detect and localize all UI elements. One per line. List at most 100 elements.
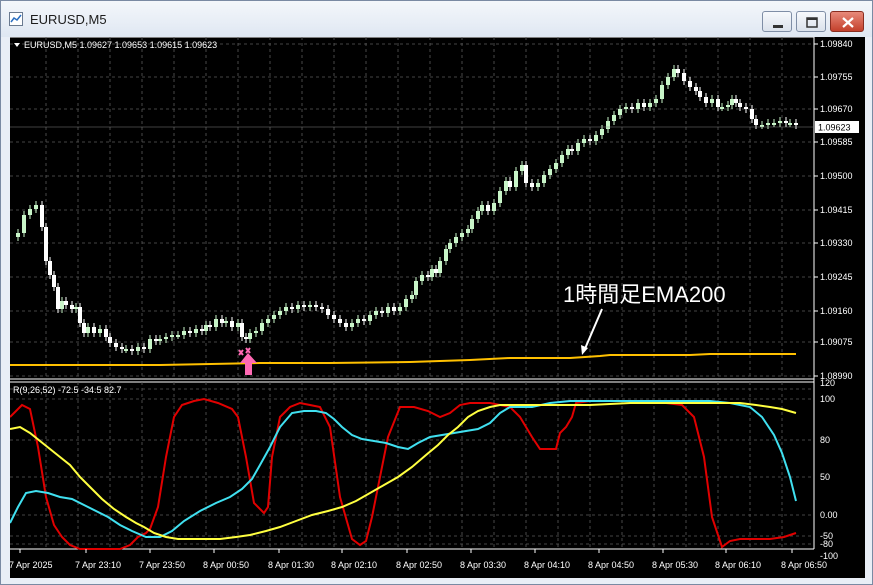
indicator-axis-label: 120 <box>820 378 835 388</box>
candle-body <box>154 339 158 341</box>
candle-body <box>214 319 218 327</box>
candle-body <box>82 323 86 333</box>
candle-body <box>570 149 574 151</box>
candle-body <box>44 227 48 261</box>
oscillator-yellow-line <box>10 402 797 540</box>
candle-body <box>624 107 628 109</box>
price-axis-label: 1.09755 <box>820 72 853 82</box>
indicator-axis-label: 50 <box>820 472 830 482</box>
price-axis-label: 1.09500 <box>820 171 853 181</box>
candle-body <box>508 181 512 187</box>
candle-body <box>344 323 348 327</box>
close-icon <box>842 17 854 28</box>
candle-body <box>254 331 258 333</box>
candle-body <box>688 81 692 87</box>
candle-body <box>750 109 754 119</box>
candle-body <box>524 165 528 183</box>
candle-body <box>332 315 336 319</box>
candle-body <box>194 329 198 333</box>
candle-body <box>290 307 294 309</box>
candle-body <box>710 99 714 103</box>
candle-body <box>542 175 546 183</box>
time-axis-label: 8 Apr 06:50 <box>781 560 827 570</box>
candle-body <box>64 301 68 305</box>
candle-body <box>374 311 378 315</box>
candle-body <box>560 155 564 163</box>
candle-body <box>778 121 782 123</box>
candle-body <box>530 183 534 187</box>
candle-body <box>56 287 60 309</box>
candle-body <box>720 107 724 109</box>
price-axis-label: 1.09075 <box>820 337 853 347</box>
time-axis-label: 8 Apr 01:30 <box>268 560 314 570</box>
price-chart[interactable]: 1.09840 1.09755 1.09670 1.09585 1.09500 1.094… <box>10 37 865 578</box>
candle-body <box>40 205 44 227</box>
candle-body <box>302 305 306 307</box>
candle-body <box>208 325 212 327</box>
time-axis-label: 8 Apr 03:30 <box>460 560 506 570</box>
candle-body <box>420 275 424 281</box>
candle-body <box>654 99 658 103</box>
candle-body <box>182 331 186 335</box>
candle-body <box>398 307 402 311</box>
candle-body <box>682 73 686 81</box>
candle-body <box>444 249 448 261</box>
time-axis-label: 8 Apr 04:10 <box>524 560 570 570</box>
candle-body <box>260 323 264 331</box>
price-axis-label: 1.09670 <box>820 104 853 114</box>
candle-body <box>504 181 508 191</box>
maximize-button[interactable] <box>796 11 826 32</box>
candle-body <box>204 325 208 331</box>
candle-body <box>60 301 64 309</box>
indicator-header: R(9,26,52) -72.5 -34.5 82.7 <box>13 385 122 395</box>
chart-window-icon <box>9 12 23 26</box>
candle-body <box>362 319 366 321</box>
candle-body <box>520 165 524 171</box>
candle-body <box>410 295 414 299</box>
candle-body <box>754 119 758 125</box>
collapse-arrow-icon[interactable] <box>14 43 20 47</box>
candle-body <box>98 329 102 333</box>
candle-body <box>606 121 610 129</box>
candle-body <box>660 85 664 99</box>
minimize-button[interactable] <box>762 11 792 32</box>
candle-body <box>70 305 74 309</box>
candle-body <box>676 69 680 73</box>
candle-body <box>170 335 174 337</box>
candle-body <box>470 219 474 229</box>
indicator-axis-label: -80 <box>820 539 833 549</box>
close-button[interactable] <box>830 11 864 32</box>
time-axis-label: 7 Apr 2025 <box>10 560 53 570</box>
candle-body <box>380 311 384 313</box>
candle-body <box>236 323 240 327</box>
candle-body <box>130 349 134 351</box>
candle-body <box>716 99 720 107</box>
candle-body <box>108 337 112 343</box>
restore-icon <box>806 17 818 28</box>
time-axis-label: 8 Apr 06:10 <box>715 560 761 570</box>
candle-body <box>284 307 288 311</box>
candle-body <box>486 205 490 211</box>
candle-body <box>404 299 408 307</box>
candle-body <box>104 329 108 337</box>
candle-body <box>698 91 702 97</box>
candle-body <box>28 209 32 215</box>
candle-body <box>480 205 484 211</box>
candle-body <box>766 123 770 125</box>
candle-body <box>176 335 180 337</box>
candle-body <box>78 307 82 323</box>
time-axis-label: 8 Apr 02:50 <box>396 560 442 570</box>
candle-body <box>772 123 776 125</box>
candle-body <box>672 69 676 77</box>
candle-body <box>278 311 282 315</box>
candle-body <box>430 269 434 277</box>
candle-body <box>158 339 162 341</box>
candle-body <box>414 281 418 295</box>
buy-signal-arrow-icon <box>238 347 257 375</box>
candle-body <box>600 129 604 135</box>
chart-canvas[interactable]: 1.09840 1.09755 1.09670 1.09585 1.09500 1.094… <box>10 37 865 578</box>
candle-body <box>536 183 540 187</box>
candle-body <box>92 327 96 333</box>
candle-body <box>498 191 502 203</box>
candle-body <box>224 321 228 323</box>
